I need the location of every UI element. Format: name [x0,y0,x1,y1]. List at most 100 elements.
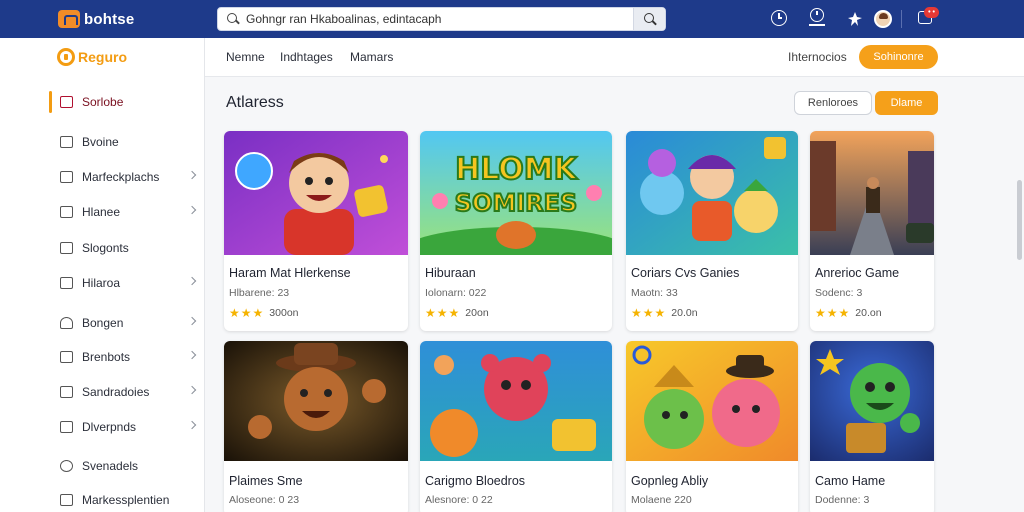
star-icon: ★ [642,306,654,320]
sidebar-item-sorlobe[interactable]: Sorlobe [0,87,204,117]
sidebar-item-label: Bvoine [82,135,119,149]
game-art-image [224,131,408,255]
sidebar-item-bvoine[interactable]: Bvoine [0,127,204,157]
sidebar-logo-icon [57,48,75,66]
main-content: Nemne Indhtages Mamars Ihternocios Sohin… [205,38,1024,512]
game-card[interactable]: Gopnleg Abliy Molaene 220 [626,341,798,512]
rating-text: 20.0n [671,307,698,319]
game-thumbnail [810,131,934,255]
game-thumbnail [224,341,408,461]
star-icon: ★ [631,306,642,320]
card-title: Camo Hame [815,474,886,488]
scrollbar[interactable] [1017,180,1022,260]
search-icon [226,12,240,26]
magnifier-icon [643,13,656,25]
game-card[interactable]: Camo Hame Dodenne: 3 [810,341,934,512]
game-art-image [626,341,798,461]
sidebar-item-label: Brenbots [82,350,131,364]
calendar-icon [60,351,73,363]
notifications-icon[interactable]: • • [916,7,939,27]
star-icon: ★ [252,306,264,320]
chevron-right-icon [187,276,197,286]
sidebar-item-svenadels[interactable]: Svenadels [0,451,204,481]
secondary-button[interactable]: Renloroes [794,91,872,115]
sidebar-item-label: Hlanee [82,205,121,219]
sidebar-item-slogonts[interactable]: Slogonts [0,233,204,263]
primary-cta-button[interactable]: Sohinonre [859,45,938,69]
game-card[interactable]: HLOMK SOMIRES Hiburaan Iolonarn: 022 ★ ★ ★… [420,131,612,331]
game-art-image [810,341,934,461]
timer-icon[interactable] [809,8,825,26]
game-art-image [224,341,408,461]
clock-icon[interactable] [771,10,787,26]
thumb-title-line1: HLOMK [455,152,579,187]
sidebar-item-brenbots[interactable]: Brenbots [0,342,204,372]
sidebar-item-dlverpnds[interactable]: Dlverpnds [0,412,204,442]
card-title: Anrerioc Game [815,266,900,280]
star-icon: ★ [229,306,240,320]
game-card[interactable]: Carigmo Bloedros Alesnore: 0 22 [420,341,612,512]
primary-button[interactable]: Dlame [875,91,938,115]
game-art-image [626,131,798,255]
sidebar: Reguro Sorlobe Bvoine Marfeckplachs Hlan… [0,38,205,512]
sidebar-item-label: Sorlobe [82,95,124,109]
sidebar-brand[interactable]: Reguro [57,48,127,66]
card-rating: ★ ★ ★ 300on [229,306,299,320]
brand-name: bohtse [84,10,135,28]
sidebar-item-label: Marfeckplachs [82,170,160,184]
thumb-title-line2: SOMIRES [455,189,578,217]
sidebar-item-markessplentien[interactable]: Markessplentien [0,485,204,512]
rating-text: 300on [269,307,299,319]
folder-icon [60,171,73,183]
game-art-image [810,131,934,255]
divider [901,10,902,28]
brand-logo-icon [58,10,80,28]
rating-text: 20.on [855,307,882,319]
chevron-right-icon [187,420,197,430]
chevron-right-icon [187,316,197,326]
section-title: Atlaress [226,94,284,111]
chevron-right-icon [187,385,197,395]
game-thumbnail [224,131,408,255]
game-thumbnail [626,131,798,255]
chevron-right-icon [187,205,197,215]
active-indicator [49,91,52,113]
sidebar-brand-name: Reguro [78,49,127,65]
page-icon [60,421,73,433]
tab-nemne[interactable]: Nemne [226,50,265,64]
brand[interactable]: bohtse [58,10,134,28]
sidebar-item-sandradoies[interactable]: Sandradoies [0,377,204,407]
star-icon: ★ [240,306,252,320]
star-icon: ★ [436,306,448,320]
card-rating: ★ ★ ★ 20.on [815,306,882,320]
sidebar-item-label: Markessplentien [82,493,170,507]
image-icon [60,96,73,108]
game-card[interactable]: Haram Mat Hlerkense Hlbarene: 23 ★ ★ ★ 300… [224,131,408,331]
top-bar: bohtse • • [0,0,1024,38]
card-subtitle: Hlbarene: 23 [229,287,290,299]
game-card[interactable]: Coriars Cvs Ganies Maotn: 33 ★ ★ ★ 20.0n [626,131,798,331]
tab-indhtages[interactable]: Indhtages [280,50,333,64]
avatar[interactable] [874,10,892,28]
nav-link[interactable]: Ihternocios [788,50,847,64]
game-thumbnail [810,341,934,461]
card-title: Plaimes Sme [229,474,303,488]
star-icon: ★ [815,306,826,320]
sidebar-item-marfeckplachs[interactable]: Marfeckplachs [0,162,204,192]
card-title: Carigmo Bloedros [425,474,526,488]
sidebar-item-bongen[interactable]: Bongen [0,308,204,338]
puzzle-icon[interactable] [847,11,863,27]
game-card[interactable]: Plaimes Sme Aloseone: 0 23 [224,341,408,512]
sidebar-item-hilaroa[interactable]: Hilaroa [0,268,204,298]
game-card[interactable]: Anrerioc Game Sodenc: 3 ★ ★ ★ 20.on [810,131,934,331]
sub-navigation: Nemne Indhtages Mamars Ihternocios Sohin… [205,38,1024,77]
game-thumbnail [626,341,798,461]
card-title: Haram Mat Hlerkense [229,266,351,280]
chart-icon [60,386,73,398]
game-thumbnail [420,341,612,461]
tab-mamars[interactable]: Mamars [350,50,393,64]
search-input[interactable] [246,12,636,26]
search-button[interactable] [633,8,665,30]
sidebar-item-hlanee[interactable]: Hlanee [0,197,204,227]
game-art-image: HLOMK SOMIRES [420,131,612,255]
